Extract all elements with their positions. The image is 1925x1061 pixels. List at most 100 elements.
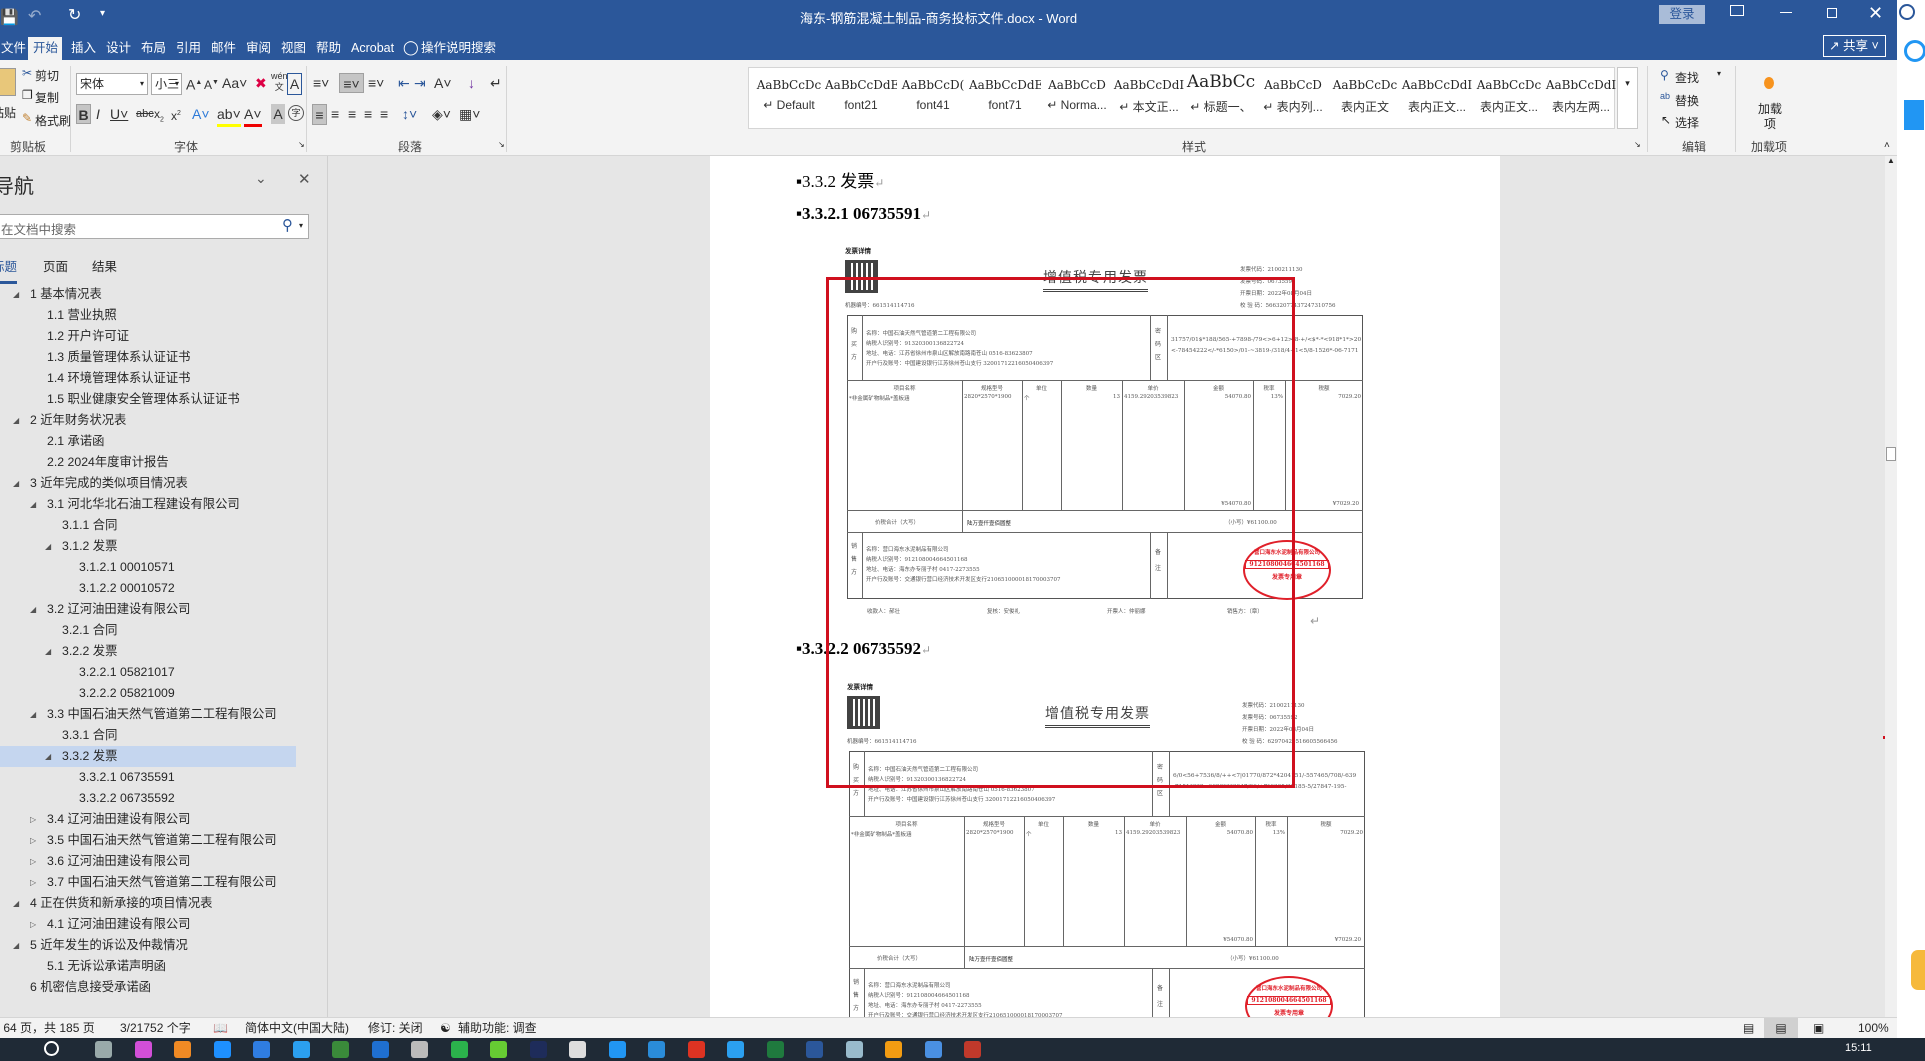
font-name-select[interactable]: 宋体 ▾ xyxy=(76,73,148,95)
character-border-icon[interactable]: A xyxy=(287,73,302,95)
nav-heading-item[interactable]: ▷ 4.1 辽河油田建设有限公司 xyxy=(0,914,296,935)
expanded-triangle-icon[interactable]: ◢ xyxy=(30,599,36,620)
style-item[interactable]: AaBbCcDdI ↵ 本文正... xyxy=(1113,68,1185,128)
expanded-triangle-icon[interactable]: ◢ xyxy=(13,410,19,431)
addins-button[interactable]: 加载项 xyxy=(1758,102,1782,132)
nav-heading-item[interactable]: ◢ 3.3 中国石油天然气管道第二工程有限公司 xyxy=(0,704,296,725)
nav-search-box[interactable]: 在文档中搜索 ⚲ ▾ xyxy=(0,214,309,239)
enclose-characters-icon[interactable]: 字 xyxy=(288,105,304,121)
style-item[interactable]: AaBbCcDc ↵ Default xyxy=(753,68,825,128)
customize-quick-access-icon[interactable]: ▾ xyxy=(100,8,105,19)
nav-heading-item[interactable]: ▷ 3.6 辽河油田建设有限公司 xyxy=(0,851,296,872)
nav-heading-item[interactable]: ▷ 3.7 中国石油天然气管道第二工程有限公司 xyxy=(0,872,296,893)
copy-button[interactable]: 复制 xyxy=(35,89,59,106)
app-icon[interactable] xyxy=(1911,950,1925,990)
tab-home[interactable]: 开始 xyxy=(28,37,62,60)
nav-heading-item[interactable]: 1.1 营业执照 xyxy=(0,305,296,326)
nav-heading-item[interactable]: 3.2.2.1 05821017 xyxy=(0,662,296,683)
taskbar-app-icon[interactable] xyxy=(450,1041,468,1058)
expanded-triangle-icon[interactable]: ◢ xyxy=(13,284,19,305)
collapsed-triangle-icon[interactable]: ▷ xyxy=(30,830,36,851)
nav-tab-headings[interactable]: 标题 xyxy=(0,256,18,284)
select-button[interactable]: 选择 xyxy=(1675,114,1699,131)
expanded-triangle-icon[interactable]: ◢ xyxy=(45,746,51,767)
style-item[interactable]: AaBbCcDdI 表内正文... xyxy=(1401,68,1473,128)
taskbar-app-icon[interactable] xyxy=(529,1041,547,1058)
zoom-level[interactable]: 100% xyxy=(1858,1018,1889,1038)
taskbar-app-icon[interactable] xyxy=(608,1041,626,1058)
taskbar-app-icon[interactable] xyxy=(569,1041,586,1058)
restore-icon[interactable] xyxy=(1827,8,1837,18)
asian-layout-icon[interactable]: A˅ xyxy=(434,73,452,93)
expanded-triangle-icon[interactable]: ◢ xyxy=(45,536,51,557)
style-item[interactable]: AaBbCc ↵ 标题一、 xyxy=(1185,68,1257,128)
find-button[interactable]: 查找 xyxy=(1675,69,1699,86)
undo-icon[interactable]: ↶ xyxy=(28,6,41,26)
tab-insert[interactable]: 插入 xyxy=(66,37,101,60)
text-effects-icon[interactable]: A˅ xyxy=(192,104,210,124)
taskbar-app-icon[interactable] xyxy=(292,1041,310,1058)
scroll-thumb[interactable] xyxy=(1886,447,1896,461)
nav-heading-item[interactable]: 2.2 2024年度审计报告 xyxy=(0,452,296,473)
strikethrough-button[interactable]: abc xyxy=(136,104,154,124)
track-changes-status[interactable]: 修订: 关闭 xyxy=(368,1018,423,1038)
style-item[interactable]: AaBbCcD ↵ 表内列... xyxy=(1257,68,1329,128)
italic-button[interactable]: I xyxy=(96,104,100,124)
superscript-button[interactable]: x2 xyxy=(171,104,181,126)
nav-heading-item[interactable]: 2.1 承诺函 xyxy=(0,431,296,452)
expanded-triangle-icon[interactable]: ◢ xyxy=(13,893,19,914)
style-item[interactable]: AaBbCcDdE font21 xyxy=(825,68,897,128)
nav-heading-item[interactable]: 6 机密信息接受承诺函 xyxy=(0,977,296,998)
ribbon-display-options-icon[interactable] xyxy=(1730,5,1744,16)
web-layout-icon[interactable]: ▣ xyxy=(1813,1018,1824,1038)
nav-heading-item[interactable]: 1.5 职业健康安全管理体系认证证书 xyxy=(0,389,296,410)
justify-button[interactable]: ≡ xyxy=(364,104,372,124)
nav-heading-item[interactable]: 3.1.2.1 00010571 xyxy=(0,557,296,578)
taskbar-app-icon[interactable] xyxy=(490,1041,507,1058)
login-button[interactable]: 登录 xyxy=(1659,5,1705,24)
nav-tab-results[interactable]: 结果 xyxy=(92,256,117,275)
share-button[interactable]: ↗ 共享 ˅ xyxy=(1823,35,1886,57)
taskbar-app-icon[interactable] xyxy=(964,1041,981,1058)
nav-heading-item[interactable]: 3.2.2.2 05821009 xyxy=(0,683,296,704)
find-icon[interactable]: ⚲ xyxy=(1660,68,1669,82)
borders-icon[interactable]: ▦˅ xyxy=(459,104,480,124)
tab-review[interactable]: 审阅 xyxy=(241,37,276,60)
format-painter-button[interactable]: 格式刷 xyxy=(35,112,71,129)
tell-me-search[interactable]: 操作说明搜索 xyxy=(416,37,501,60)
bullets-icon[interactable]: ≡˅ xyxy=(313,73,329,93)
line-spacing-icon[interactable]: ↕˅ xyxy=(402,104,417,124)
taskbar-app-icon[interactable] xyxy=(371,1041,389,1058)
accessibility-icon[interactable]: ☯ xyxy=(440,1018,451,1038)
find-dropdown-icon[interactable]: ▾ xyxy=(1717,69,1721,78)
show-marks-icon[interactable]: ↵ xyxy=(490,73,502,93)
nav-heading-item[interactable]: ◢ 3.2 辽河油田建设有限公司 xyxy=(0,599,296,620)
taskbar-app-icon[interactable] xyxy=(727,1041,744,1058)
taskbar-app-icon[interactable] xyxy=(253,1041,270,1058)
paragraph-dialog-launcher-icon[interactable]: ↘ xyxy=(498,140,505,149)
replace-icon[interactable]: ab xyxy=(1660,91,1670,101)
nav-heading-item[interactable]: 1.2 开户许可证 xyxy=(0,326,296,347)
proofing-icon[interactable]: 📖 xyxy=(213,1018,228,1038)
bold-button[interactable]: B xyxy=(76,104,91,124)
grow-font-icon[interactable]: A▲ xyxy=(186,73,202,95)
highlight-color-icon[interactable]: ab˅ xyxy=(217,104,241,127)
copy-icon[interactable]: ❐ xyxy=(22,88,33,102)
cut-button[interactable]: 剪切 xyxy=(35,67,59,84)
character-shading-icon[interactable]: A xyxy=(271,104,285,124)
taskbar-app-icon[interactable] xyxy=(95,1041,112,1058)
taskbar-app-icon[interactable] xyxy=(885,1041,902,1058)
nav-close-icon[interactable]: ✕ xyxy=(298,170,311,188)
nav-heading-item[interactable]: ▷ 3.4 辽河油田建设有限公司 xyxy=(0,809,296,830)
increase-indent-icon[interactable]: ⇥ xyxy=(414,73,426,93)
nav-heading-item[interactable]: 3.1.1 合同 xyxy=(0,515,296,536)
expanded-triangle-icon[interactable]: ◢ xyxy=(13,473,19,494)
select-icon[interactable]: ↖ xyxy=(1661,113,1671,127)
nav-heading-item[interactable]: 1.3 质量管理体系认证证书 xyxy=(0,347,296,368)
numbering-icon[interactable]: ≡˅ xyxy=(339,73,364,93)
taskbar-app-icon[interactable] xyxy=(134,1041,152,1058)
multilevel-list-icon[interactable]: ≡˅ xyxy=(368,73,384,93)
distributed-button[interactable]: ≡ xyxy=(380,104,388,124)
style-item[interactable]: AaBbCcDdI 表内左两... xyxy=(1545,68,1617,128)
nav-heading-item[interactable]: ◢ 3.2.2 发票 xyxy=(0,641,296,662)
